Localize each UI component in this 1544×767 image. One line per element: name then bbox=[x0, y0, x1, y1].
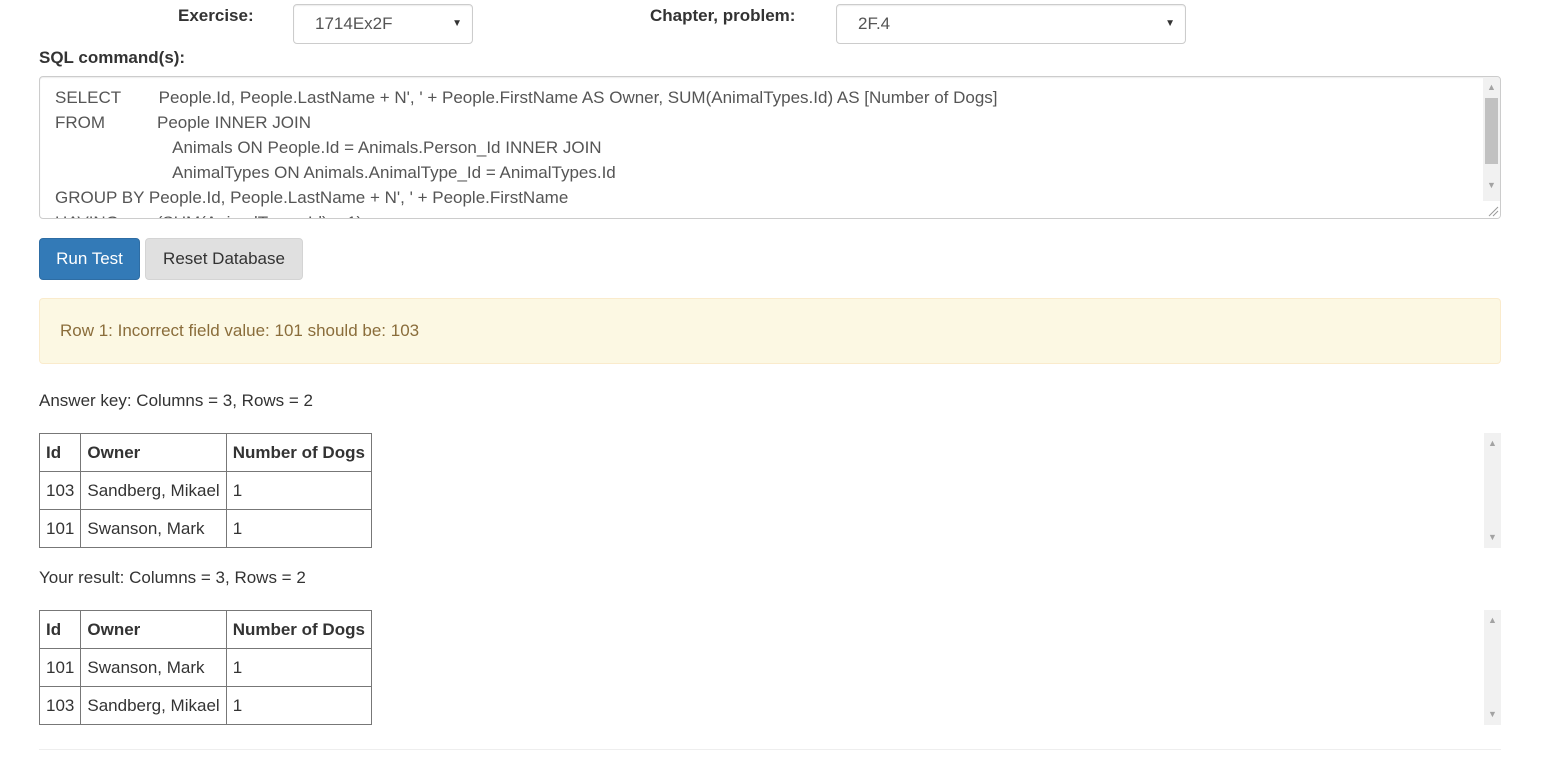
caret-down-icon: ▼ bbox=[1165, 18, 1175, 29]
scroll-down-arrow-icon[interactable]: ▼ bbox=[1484, 529, 1501, 546]
table-cell: 103 bbox=[38, 471, 82, 510]
resize-grip-icon[interactable] bbox=[1483, 201, 1500, 218]
scroll-down-arrow-icon[interactable]: ▼ bbox=[1484, 706, 1501, 723]
column-header: Number of Dogs bbox=[225, 610, 372, 649]
table-row: 101 Swanson, Mark 1 bbox=[38, 509, 372, 548]
table-row: 103 Sandberg, Mikael 1 bbox=[38, 686, 372, 725]
table-cell: Sandberg, Mikael bbox=[80, 686, 227, 725]
answer-key-table-wrapper: Id Owner Number of Dogs 103 Sandberg, Mi… bbox=[38, 433, 372, 548]
result-warning-alert: Row 1: Incorrect field value: 101 should… bbox=[39, 298, 1501, 364]
column-header: Id bbox=[38, 610, 82, 649]
scroll-up-arrow-icon[interactable]: ▲ bbox=[1484, 435, 1501, 452]
table-cell: 101 bbox=[38, 509, 82, 548]
your-result-table-wrapper: Id Owner Number of Dogs 101 Swanson, Mar… bbox=[38, 610, 372, 725]
reset-database-button[interactable]: Reset Database bbox=[145, 238, 303, 280]
table-cell: Sandberg, Mikael bbox=[80, 471, 227, 510]
sql-line: FROM People INNER JOIN bbox=[55, 113, 311, 132]
table-cell: 1 bbox=[225, 471, 372, 510]
sql-line: AnimalTypes ON Animals.AnimalType_Id = A… bbox=[55, 163, 616, 182]
scroll-down-arrow-icon[interactable]: ▼ bbox=[1483, 177, 1500, 194]
table-cell: 1 bbox=[225, 509, 372, 548]
chapter-select-value: 2F.4 bbox=[858, 14, 891, 33]
exercise-select-value: 1714Ex2F bbox=[315, 14, 393, 33]
scrollbar-thumb[interactable] bbox=[1485, 98, 1498, 164]
table-cell: 1 bbox=[225, 686, 372, 725]
your-result-caption: Your result: Columns = 3, Rows = 2 bbox=[39, 568, 306, 587]
sql-line: Animals ON People.Id = Animals.Person_Id… bbox=[55, 138, 602, 157]
chapter-label: Chapter, problem: bbox=[650, 6, 796, 25]
sql-commands-label: SQL command(s): bbox=[39, 48, 186, 67]
sql-textarea-scrollbar[interactable]: ▲ ▼ bbox=[1483, 77, 1500, 218]
sql-line: GROUP BY People.Id, People.LastName + N'… bbox=[55, 188, 569, 207]
sql-line: HAVING (SUM(AnimalTypes.Id) = 1) bbox=[55, 210, 362, 218]
answer-key-scrollbar[interactable]: ▲ ▼ bbox=[1484, 433, 1501, 548]
table-header-row: Id Owner Number of Dogs bbox=[38, 610, 372, 649]
table-row: 101 Swanson, Mark 1 bbox=[38, 648, 372, 687]
exercise-select[interactable]: 1714Ex2F ▼ bbox=[293, 4, 473, 44]
your-result-table: Id Owner Number of Dogs 101 Swanson, Mar… bbox=[38, 610, 372, 725]
chapter-select[interactable]: 2F.4 ▼ bbox=[836, 4, 1186, 44]
your-result-scrollbar[interactable]: ▲ ▼ bbox=[1484, 610, 1501, 725]
exercise-label: Exercise: bbox=[178, 6, 254, 25]
table-cell: 103 bbox=[38, 686, 82, 725]
answer-key-table: Id Owner Number of Dogs 103 Sandberg, Mi… bbox=[38, 433, 372, 548]
column-header: Id bbox=[38, 433, 82, 472]
caret-down-icon: ▼ bbox=[452, 18, 462, 29]
answer-key-caption: Answer key: Columns = 3, Rows = 2 bbox=[39, 391, 314, 410]
table-cell: Swanson, Mark bbox=[80, 509, 227, 548]
table-header-row: Id Owner Number of Dogs bbox=[38, 433, 372, 472]
table-row: 103 Sandberg, Mikael 1 bbox=[38, 471, 372, 510]
column-header: Owner bbox=[80, 433, 227, 472]
scroll-up-arrow-icon[interactable]: ▲ bbox=[1483, 79, 1500, 96]
table-cell: Swanson, Mark bbox=[80, 648, 227, 687]
sql-command-textarea[interactable]: SELECT People.Id, People.LastName + N', … bbox=[39, 76, 1501, 219]
sql-line: SELECT People.Id, People.LastName + N', … bbox=[55, 88, 998, 107]
run-test-button[interactable]: Run Test bbox=[39, 238, 140, 280]
table-cell: 1 bbox=[225, 648, 372, 687]
table-cell: 101 bbox=[38, 648, 82, 687]
divider bbox=[39, 749, 1501, 750]
column-header: Owner bbox=[80, 610, 227, 649]
scroll-up-arrow-icon[interactable]: ▲ bbox=[1484, 612, 1501, 629]
column-header: Number of Dogs bbox=[225, 433, 372, 472]
